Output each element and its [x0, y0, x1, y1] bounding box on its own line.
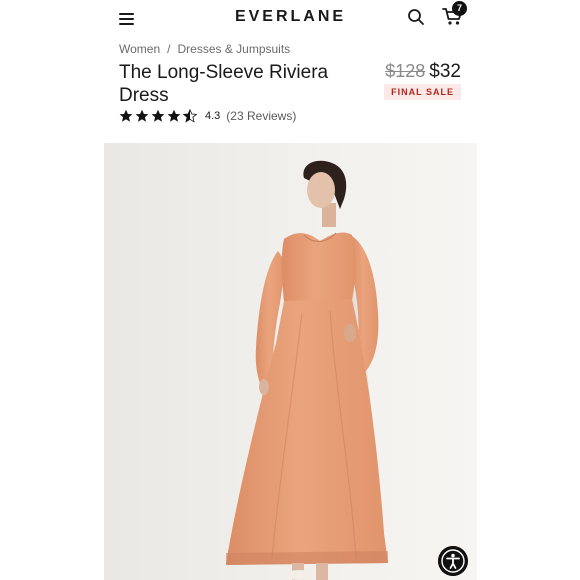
cart-count-badge: 7 — [452, 1, 467, 16]
product-image[interactable] — [104, 143, 477, 580]
product-rating[interactable]: 4.3 (23 Reviews) — [119, 108, 296, 124]
star-icon — [135, 109, 149, 122]
sale-price: $32 — [429, 61, 461, 82]
right-margin — [477, 0, 580, 580]
star-icon — [151, 109, 165, 122]
search-icon[interactable] — [407, 8, 425, 26]
product-title: The Long-Sleeve Riviera Dress — [119, 62, 329, 106]
breadcrumb-separator: / — [167, 42, 171, 56]
product-page: EVERLANE 7 Women / Dresses & Jumpsuits The… — [104, 0, 477, 580]
breadcrumb-women[interactable]: Women — [119, 42, 160, 56]
star-icon — [167, 109, 181, 122]
final-sale-badge: FINAL SALE — [384, 84, 461, 100]
star-icon — [119, 109, 133, 122]
left-margin — [0, 0, 104, 580]
review-count-link[interactable]: (23 Reviews) — [226, 109, 296, 123]
breadcrumb: Women / Dresses & Jumpsuits — [119, 42, 290, 56]
original-price: $128 — [385, 61, 426, 81]
breadcrumb-dresses[interactable]: Dresses & Jumpsuits — [177, 42, 290, 56]
site-header: EVERLANE 7 — [104, 0, 477, 38]
rating-stars — [119, 109, 199, 123]
model-photo — [104, 143, 477, 580]
rating-value: 4.3 — [205, 110, 221, 122]
half-star-icon — [183, 109, 197, 123]
price: $128 $32 — [385, 61, 461, 83]
accessibility-icon[interactable] — [438, 546, 468, 576]
